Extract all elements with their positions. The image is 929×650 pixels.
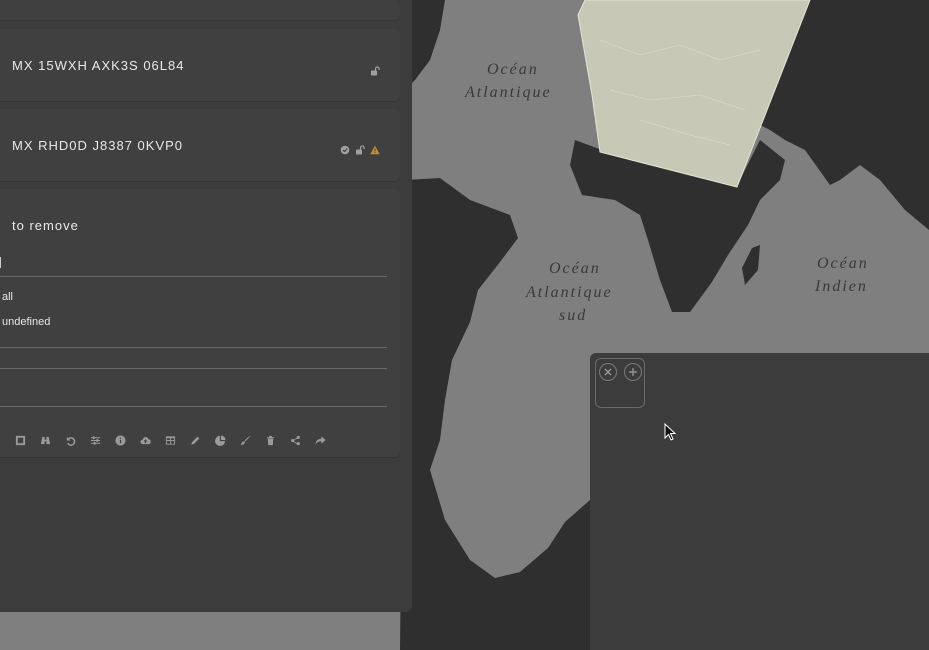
ocean-label-atlantic-2: Atlantique [464, 84, 552, 101]
layer-panel: MX 15WXH AXK3S 06L84 MX RHD0D J8387 0KVP… [0, 0, 412, 612]
move-icon [629, 368, 637, 376]
close-icon [604, 368, 612, 376]
share-icon[interactable] [289, 434, 302, 447]
layer-card-1-title: MX 15WXH AXK3S 06L84 [12, 58, 185, 73]
lock-open-icon[interactable] [355, 145, 365, 155]
separator-4 [0, 406, 387, 407]
option-all[interactable]: all [2, 291, 13, 303]
ocean-label-south-2: Atlantique [525, 284, 613, 301]
separator-3 [0, 368, 387, 369]
separator-1 [0, 276, 387, 277]
info-icon[interactable] [114, 434, 127, 447]
ocean-label-indian-2: Indien [814, 278, 868, 295]
sliders-icon[interactable] [89, 434, 102, 447]
floating-panel[interactable] [590, 353, 929, 650]
layer-card-2-title: MX RHD0D J8387 0KVP0 [12, 138, 184, 153]
ocean-label-south-1: Océan [549, 260, 601, 277]
cloud-upload-icon[interactable] [139, 434, 152, 447]
binoculars-icon[interactable] [39, 434, 52, 447]
ocean-label-atlantic-1: Océan [487, 61, 539, 78]
lock-open-icon[interactable] [370, 66, 380, 76]
brush-icon[interactable] [239, 434, 252, 447]
layer-card-1[interactable]: MX 15WXH AXK3S 06L84 [0, 29, 400, 101]
pencil-icon[interactable] [189, 434, 202, 447]
remove-card: to remove all undefined [0, 189, 400, 457]
undo-icon[interactable] [64, 434, 77, 447]
ocean-label-south-3: sud [559, 307, 587, 324]
panel-controls [595, 358, 645, 408]
close-button[interactable] [599, 363, 617, 381]
move-button[interactable] [624, 363, 642, 381]
table-icon[interactable] [164, 434, 177, 447]
remove-title: to remove [12, 218, 79, 233]
mouse-cursor-icon [664, 423, 676, 441]
toolbar [14, 434, 327, 447]
ocean-label-indian-1: Océan [817, 255, 869, 272]
layer-card-2[interactable]: MX RHD0D J8387 0KVP0 [0, 109, 400, 181]
trash-icon[interactable] [264, 434, 277, 447]
shield-check-icon[interactable] [340, 145, 350, 155]
input-caret[interactable] [0, 257, 1, 268]
pie-chart-icon[interactable] [214, 434, 227, 447]
forward-icon[interactable] [314, 434, 327, 447]
frame-icon[interactable] [14, 434, 27, 447]
option-undefined[interactable]: undefined [2, 316, 50, 328]
card-top[interactable] [0, 0, 400, 20]
warning-icon[interactable] [370, 145, 380, 155]
separator-2 [0, 347, 387, 348]
